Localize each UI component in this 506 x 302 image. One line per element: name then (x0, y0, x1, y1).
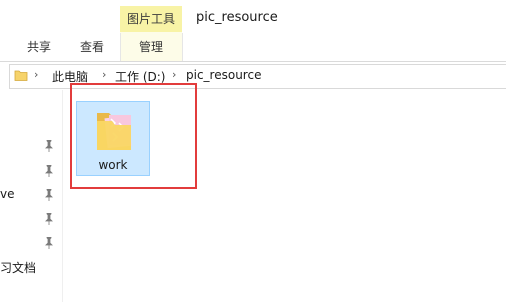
chevron-right-icon[interactable]: › (102, 68, 106, 81)
window-title: pic_resource (196, 10, 278, 25)
pin-icon[interactable] (44, 189, 54, 201)
folder-icon (14, 68, 28, 85)
annotation-highlight-box (70, 83, 197, 189)
tab-manage[interactable]: 管理 (139, 38, 163, 55)
ribbon: 图片工具 pic_resource 共享 查看 管理 (0, 0, 506, 62)
pin-icon[interactable] (44, 237, 54, 249)
pin-icon[interactable] (44, 165, 54, 177)
tab-divider (182, 33, 183, 61)
breadcrumb-pic-resource[interactable]: pic_resource (186, 68, 261, 82)
picture-tools-context-tab[interactable]: 图片工具 (120, 6, 182, 32)
navigation-pane: ve 习文档 (0, 90, 63, 302)
nav-item-documents-partial[interactable]: 习文档 (0, 259, 36, 276)
chevron-right-icon[interactable]: › (172, 68, 176, 81)
chevron-right-icon[interactable]: › (34, 68, 38, 81)
pin-icon[interactable] (44, 140, 54, 152)
tab-divider (120, 33, 121, 61)
tab-share[interactable]: 共享 (27, 38, 51, 55)
tab-view[interactable]: 查看 (80, 38, 104, 55)
nav-item-partial[interactable]: ve (0, 187, 14, 201)
pin-icon[interactable] (44, 213, 54, 225)
